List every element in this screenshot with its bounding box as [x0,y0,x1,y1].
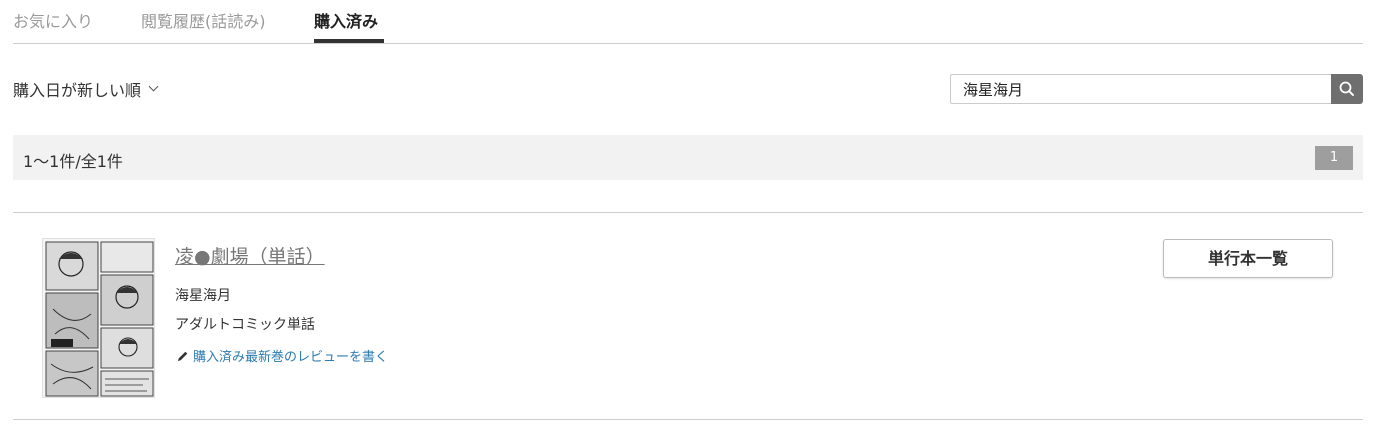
volume-list-button[interactable]: 単行本一覧 [1163,239,1333,278]
divider-bottom [13,419,1363,420]
sort-dropdown[interactable]: 購入日が新しい順 [13,77,159,101]
pencil-icon [178,351,188,361]
divider-top [13,212,1363,213]
write-review-link[interactable]: 購入済み最新巻のレビューを書く [177,346,388,365]
search-input[interactable] [950,74,1332,104]
item-category: アダルトコミック単話 [175,317,315,333]
chevron-down-icon [148,81,159,92]
tab-history[interactable]: 閲覧履歴(話読み) [141,8,266,32]
tab-purchased[interactable]: 購入済み [314,8,378,32]
item-title-link[interactable]: 凌●劇場（単話） [175,242,325,269]
item-author[interactable]: 海星海月 [175,285,231,305]
search-icon [1339,81,1354,96]
cover-illustration [43,239,154,397]
active-tab-indicator [314,39,384,43]
result-count: 1〜1件/全1件 [23,152,123,171]
result-summary-bar: 1〜1件/全1件 1 [13,135,1363,180]
sort-label: 購入日が新しい順 [13,81,142,100]
search-button[interactable] [1331,74,1363,104]
pagination-page-1[interactable]: 1 [1315,146,1353,170]
tab-favorites[interactable]: お気に入り [13,8,93,32]
write-review-label: 購入済み最新巻のレビューを書く [193,350,389,365]
manga-cover-thumbnail[interactable] [42,238,155,398]
tab-bar: お気に入り 閲覧履歴(話読み) 購入済み [13,0,1363,44]
